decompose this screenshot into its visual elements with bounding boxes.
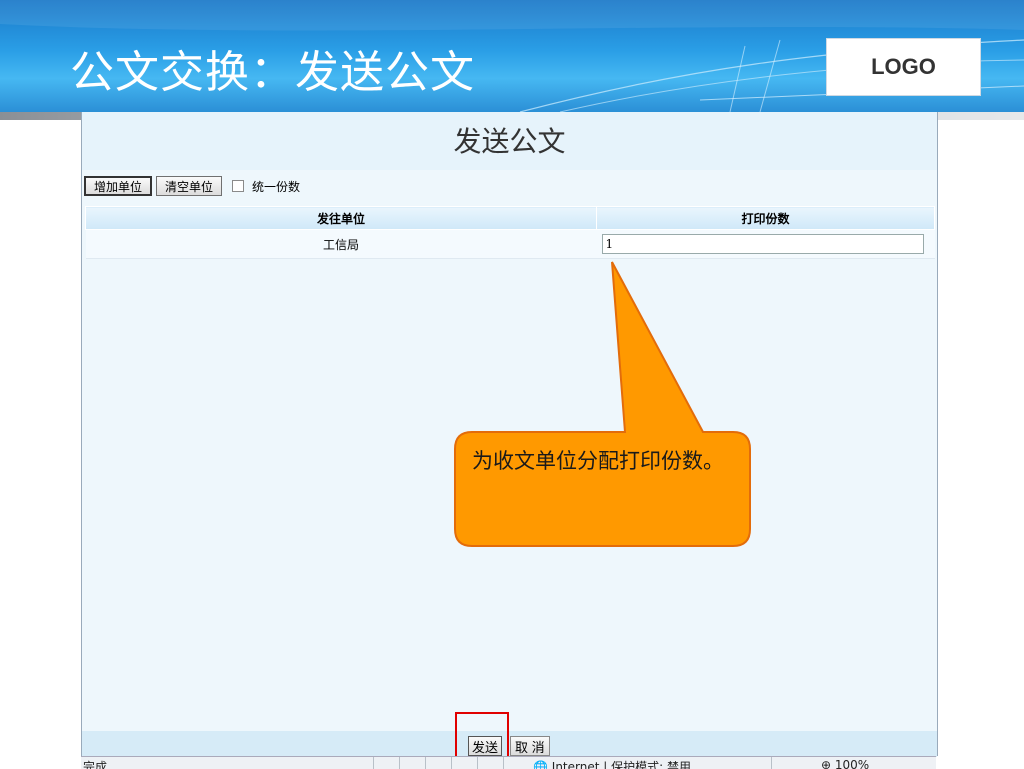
- zoom-icon: ⊕: [821, 758, 832, 769]
- slide-title: 公文交换：发送公文: [70, 47, 475, 98]
- unify-copies-label: 统一份数: [252, 179, 301, 194]
- copies-cell: [596, 229, 935, 259]
- toolbar: 增加单位 清空单位 统一份数: [84, 175, 300, 197]
- browser-status-bar: 完成 🌐 Internet | 保护模式: 禁用 ⊕ 100%: [81, 756, 936, 769]
- browser-content-frame: 发送公文 增加单位 清空单位 统一份数 发往单位 打印份数 工信局 发送 取 消: [81, 112, 938, 757]
- clear-unit-button[interactable]: 清空单位: [156, 176, 223, 196]
- add-unit-button[interactable]: 增加单位: [84, 176, 153, 196]
- logo: LOGO: [826, 38, 981, 96]
- column-header-copies: 打印份数: [596, 206, 935, 230]
- send-button[interactable]: 发送: [468, 736, 503, 756]
- security-zone: 🌐 Internet | 保护模式: 禁用: [533, 758, 691, 769]
- column-header-unit: 发往单位: [85, 206, 597, 230]
- logo-text: LOGO: [871, 54, 936, 79]
- page-heading: 发送公文: [453, 125, 566, 158]
- cancel-button[interactable]: 取 消: [510, 736, 550, 756]
- status-text: 完成: [83, 760, 108, 769]
- table-row: 工信局: [85, 229, 935, 259]
- unify-copies-checkbox[interactable]: [232, 180, 245, 192]
- zoom-level: 100%: [834, 758, 870, 769]
- copies-input[interactable]: [601, 234, 924, 254]
- slide-header-banner: 公文交换：发送公文 LOGO: [0, 0, 1024, 112]
- unit-cell: 工信局: [85, 229, 597, 259]
- zoom-control[interactable]: ⊕ 100%: [821, 758, 869, 769]
- callout-text: 为收文单位分配打印份数。: [472, 449, 724, 473]
- recipient-units-table: 发往单位 打印份数 工信局: [85, 206, 935, 259]
- table-header-row: 发往单位 打印份数: [85, 206, 935, 230]
